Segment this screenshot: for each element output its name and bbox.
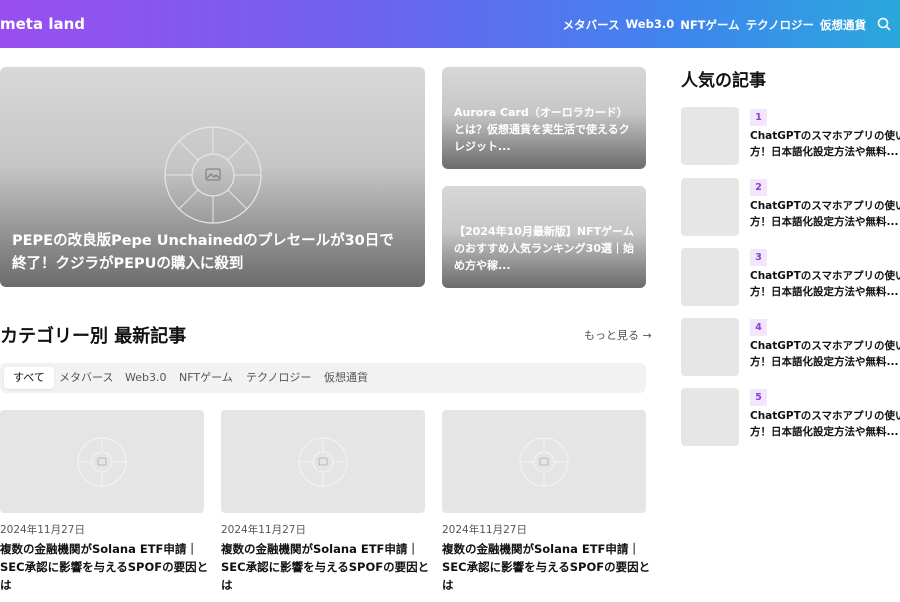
rank-badge: 2 <box>750 179 767 196</box>
tab-nft-game[interactable]: NFTゲーム <box>170 367 242 389</box>
featured-side-1-title[interactable]: Aurora Card（オーロラカード）とは？仮想通貨を実生活で使えるクレジット… <box>454 104 636 155</box>
featured-side-2-title[interactable]: 【2024年10月最新版】NFTゲームのおすすめ人気ランキング30選｜始め方や稼… <box>454 223 636 274</box>
tab-metaverse[interactable]: メタバース <box>50 367 122 389</box>
rank-badge: 5 <box>750 389 767 406</box>
image-placeholder-icon <box>77 437 127 487</box>
tab-web3[interactable]: Web3.0 <box>116 367 175 389</box>
popular-article-title[interactable]: ChatGPTのスマホアプリの使い 方！日本語化設定方法や無料... <box>750 408 900 441</box>
popular-article-thumbnail[interactable] <box>681 248 739 306</box>
search-icon[interactable] <box>876 16 892 32</box>
rank-badge: 3 <box>750 249 767 266</box>
article-card-image[interactable] <box>442 410 646 513</box>
popular-article-title-line: 方！日本語化設定方法や無料... <box>750 216 899 229</box>
article-card-image[interactable] <box>221 410 425 513</box>
site-logo[interactable]: meta land <box>0 15 85 33</box>
popular-article-title[interactable]: ChatGPTのスマホアプリの使い 方！日本語化設定方法や無料... <box>750 338 900 371</box>
nav-item-crypto[interactable]: 仮想通貨 <box>820 17 866 33</box>
article-title[interactable]: 複数の金融機関がSolana ETF申請｜SEC承認に影響を与えるSPOFの要因… <box>0 541 210 594</box>
popular-article-title-line: ChatGPTのスマホアプリの使い <box>750 200 900 212</box>
category-tabs: すべて メタバース Web3.0 NFTゲーム テクノロジー 仮想通貨 <box>0 363 646 393</box>
tab-crypto[interactable]: 仮想通貨 <box>315 367 377 389</box>
popular-article-thumbnail[interactable] <box>681 107 739 165</box>
nav-item-metaverse[interactable]: メタバース <box>563 17 620 33</box>
popular-article-title-line: 方！日本語化設定方法や無料... <box>750 286 899 299</box>
popular-article-title[interactable]: ChatGPTのスマホアプリの使い 方！日本語化設定方法や無料... <box>750 198 900 231</box>
popular-article-title-line: 方！日本語化設定方法や無料... <box>750 356 899 369</box>
see-more-link[interactable]: もっと見る → <box>584 327 652 343</box>
popular-article-title-line: ChatGPTのスマホアプリの使い <box>750 270 900 282</box>
article-card-image[interactable] <box>0 410 204 513</box>
popular-article-title-line: ChatGPTのスマホアプリの使い <box>750 410 900 422</box>
category-section-title: カテゴリー別 最新記事 <box>0 326 187 347</box>
rank-badge: 4 <box>750 319 767 336</box>
image-placeholder-icon <box>298 437 348 487</box>
rank-badge: 1 <box>750 109 767 126</box>
tab-technology[interactable]: テクノロジー <box>237 367 320 389</box>
popular-article-title[interactable]: ChatGPTのスマホアプリの使い 方！日本語化設定方法や無料... <box>750 268 900 301</box>
featured-article-side-2[interactable]: 【2024年10月最新版】NFTゲームのおすすめ人気ランキング30選｜始め方や稼… <box>442 186 646 288</box>
featured-article-side-1[interactable]: Aurora Card（オーロラカード）とは？仮想通貨を実生活で使えるクレジット… <box>442 67 646 169</box>
article-date: 2024年11月27日 <box>442 524 527 536</box>
tab-all[interactable]: すべて <box>4 367 54 389</box>
image-placeholder-icon <box>163 125 263 225</box>
popular-article-title-line: 方！日本語化設定方法や無料... <box>750 426 899 439</box>
image-placeholder-icon <box>519 437 569 487</box>
article-date: 2024年11月27日 <box>221 524 306 536</box>
article-title[interactable]: 複数の金融機関がSolana ETF申請｜SEC承認に影響を与えるSPOFの要因… <box>442 541 652 594</box>
popular-article-thumbnail[interactable] <box>681 388 739 446</box>
popular-article-title[interactable]: ChatGPTのスマホアプリの使い 方！日本語化設定方法や無料... <box>750 128 900 161</box>
popular-articles-title: 人気の記事 <box>681 71 766 91</box>
featured-article-main[interactable]: PEPEの改良版Pepe Unchainedのプレセールが30日で終了！クジラが… <box>0 67 425 287</box>
article-date: 2024年11月27日 <box>0 524 85 536</box>
popular-article-thumbnail[interactable] <box>681 178 739 236</box>
site-header: meta land メタバース Web3.0 NFTゲーム テクノロジー 仮想通… <box>0 0 900 48</box>
popular-article-title-line: 方！日本語化設定方法や無料... <box>750 146 899 159</box>
article-title[interactable]: 複数の金融機関がSolana ETF申請｜SEC承認に影響を与えるSPOFの要因… <box>221 541 431 594</box>
nav-item-web3[interactable]: Web3.0 <box>626 17 675 33</box>
featured-main-title[interactable]: PEPEの改良版Pepe Unchainedのプレセールが30日で終了！クジラが… <box>12 230 405 275</box>
nav-item-technology[interactable]: テクノロジー <box>746 17 814 33</box>
popular-article-thumbnail[interactable] <box>681 318 739 376</box>
popular-article-title-line: ChatGPTのスマホアプリの使い <box>750 340 900 352</box>
main-nav: メタバース Web3.0 NFTゲーム テクノロジー 仮想通貨 <box>563 17 866 33</box>
nav-item-nft-game[interactable]: NFTゲーム <box>680 17 739 33</box>
popular-article-title-line: ChatGPTのスマホアプリの使い <box>750 130 900 142</box>
